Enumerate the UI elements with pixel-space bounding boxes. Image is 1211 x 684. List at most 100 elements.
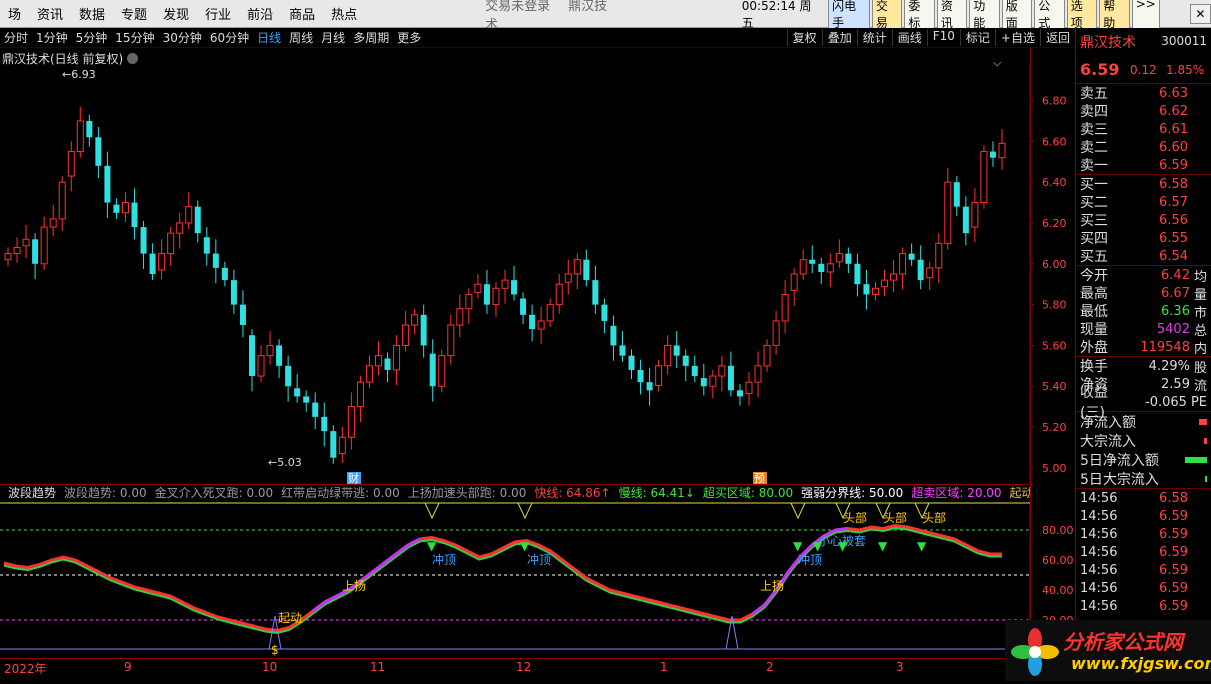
menu-item-7[interactable]: 商品 [281, 4, 323, 23]
candle-body [763, 344, 771, 367]
signal-label: 上扬 [342, 578, 366, 593]
stat-label: 现量 [1080, 322, 1108, 338]
menu-item-4[interactable]: 发现 [155, 4, 197, 23]
ask-row[interactable]: 卖三 6.61 [1076, 120, 1211, 139]
bid-row[interactable]: 买三 6.56 [1076, 211, 1211, 230]
indicator-chart[interactable]: 80.0060.0040.0020.00起动上扬冲顶冲顶上扬冲顶小心被套头部头部… [0, 500, 1075, 658]
bid-price: 6.56 [1159, 212, 1188, 228]
flow-row: 5日大宗流入 [1076, 469, 1211, 488]
menu-item-8[interactable]: 热点 [323, 4, 365, 23]
stock-header: 鼎汉技术 300011 [1076, 28, 1211, 56]
close-icon[interactable]: ✕ [1189, 3, 1211, 24]
price-row: 6.59 0.12 1.85% [1076, 56, 1211, 84]
main-menu: 场资讯 数据 专题 发现 行业 前沿 商品 热点 [0, 4, 365, 23]
logo-url: www.fxjgsw.com [1071, 654, 1211, 673]
indicator-item-1: 金叉介入死叉跑: 0.00 [154, 486, 274, 500]
period-tab-0[interactable]: 分时 [0, 29, 32, 46]
tick-list: 14:56 6.58 14:56 6.59 14:56 6.59 14:56 6.59 14:5… [1076, 489, 1211, 615]
period-tab-8[interactable]: 月线 [317, 29, 349, 46]
coin-icon: $ [271, 643, 279, 657]
candle-body [628, 355, 635, 370]
candle-body [167, 232, 175, 255]
event-marker-label: 预 [754, 472, 765, 484]
candle-body [67, 151, 75, 177]
candle-body [754, 365, 762, 383]
signal-label: 头部 [843, 510, 867, 525]
menu-item-1[interactable]: 资讯 [29, 4, 71, 23]
candle-body [826, 263, 834, 273]
current-price: 6.59 [1080, 60, 1120, 79]
quote-panel: 鼎汉技术 300011 6.59 0.12 1.85% 卖五 6.63 卖四 6.62… [1075, 28, 1211, 681]
tool-button-0[interactable]: 复权 [786, 29, 822, 46]
tick-time: 14:56 [1080, 526, 1118, 542]
ask-row[interactable]: 卖五 6.63 [1076, 84, 1211, 103]
stat-row: 今开 6.42 均 [1076, 266, 1211, 285]
tool-button-2[interactable]: 统计 [856, 29, 892, 46]
period-tab-4[interactable]: 30分钟 [159, 29, 206, 46]
tick-time: 14:56 [1080, 490, 1118, 506]
tool-button-6[interactable]: +自选 [994, 29, 1040, 46]
top-menu-bar: 场资讯 数据 专题 发现 行业 前沿 商品 热点 交易未登录 鼎汉技术 00:52:14 周五 … [0, 0, 1211, 33]
candle-body [429, 353, 436, 387]
period-tab-5[interactable]: 60分钟 [206, 29, 253, 46]
period-tab-2[interactable]: 5分钟 [72, 29, 112, 46]
candle-body [402, 324, 410, 346]
indicator-item-3: 上扬加速头部跑: 0.00 [407, 486, 527, 500]
candlestick-chart[interactable]: 6.80 6.60 6.40 6.20 6.00 5.80 5.60 5.40 5.20 5.00… [0, 62, 1075, 484]
ask-row[interactable]: 卖一 6.59 [1076, 156, 1211, 175]
down-arrow-icon: ▼ [878, 539, 888, 553]
ask-row[interactable]: 卖四 6.62 [1076, 102, 1211, 121]
candle-body [303, 396, 310, 403]
ask-row[interactable]: 卖二 6.60 [1076, 138, 1211, 157]
stat-row: 最低 6.36 市 [1076, 302, 1211, 321]
menu-item-2[interactable]: 数据 [71, 4, 113, 23]
candle-body [4, 253, 12, 261]
menu-item-5[interactable]: 行业 [197, 4, 239, 23]
date-tick: 9 [124, 660, 132, 674]
menu-item-0[interactable]: 场 [0, 4, 29, 23]
tool-button-3[interactable]: 画线 [891, 29, 927, 46]
period-tab-3[interactable]: 15分钟 [111, 29, 158, 46]
candle-body [619, 345, 626, 356]
ind-tick-label: 60.00 [1042, 554, 1074, 567]
period-tab-1[interactable]: 1分钟 [32, 29, 72, 46]
candle-body [420, 314, 427, 346]
down-arrow-icon: ▼ [917, 539, 927, 553]
candle-body [845, 253, 852, 264]
menu-item-6[interactable]: 前沿 [239, 4, 281, 23]
indicator-line-2: 超买区域: 80.00 [702, 486, 794, 500]
candle-body [149, 253, 156, 274]
bid-label: 买三 [1080, 213, 1108, 229]
bid-row[interactable]: 买五 6.54 [1076, 247, 1211, 266]
indicator-line-5: 起动: 0.00 [1009, 486, 1030, 500]
candle-body [854, 263, 861, 285]
bid-row[interactable]: 买四 6.55 [1076, 229, 1211, 248]
bid-price: 6.54 [1159, 248, 1188, 264]
axis-divider [1030, 48, 1031, 656]
candle-body [691, 365, 698, 377]
candle-body [573, 259, 581, 275]
ind-tick-label: 40.00 [1042, 584, 1074, 597]
signal-label: 上扬 [760, 578, 784, 593]
period-tab-10[interactable]: 更多 [393, 29, 425, 46]
menu-item-3[interactable]: 专题 [113, 4, 155, 23]
period-tab-9[interactable]: 多周期 [349, 29, 393, 46]
candle-body [501, 279, 509, 289]
candle-body [835, 253, 843, 263]
candle-body [818, 263, 825, 272]
candle-body [365, 365, 373, 383]
tool-button-5[interactable]: 标记 [959, 29, 995, 46]
period-tab-6[interactable]: 日线 [253, 29, 285, 46]
signal-label: 起动 [278, 611, 302, 625]
logo-text: 分析家公式网 [1063, 630, 1183, 654]
ask-price: 6.60 [1159, 139, 1188, 155]
tool-button-1[interactable]: 叠加 [821, 29, 857, 46]
bid-row[interactable]: 买二 6.57 [1076, 193, 1211, 212]
candle-body [221, 267, 228, 281]
bid-row[interactable]: 买一 6.58 [1076, 175, 1211, 194]
period-tab-7[interactable]: 周线 [285, 29, 317, 46]
candle-body [601, 304, 608, 321]
candle-body [86, 120, 93, 138]
tool-button-4[interactable]: F10 [926, 29, 960, 46]
tool-button-7[interactable]: 返回 [1039, 29, 1075, 46]
